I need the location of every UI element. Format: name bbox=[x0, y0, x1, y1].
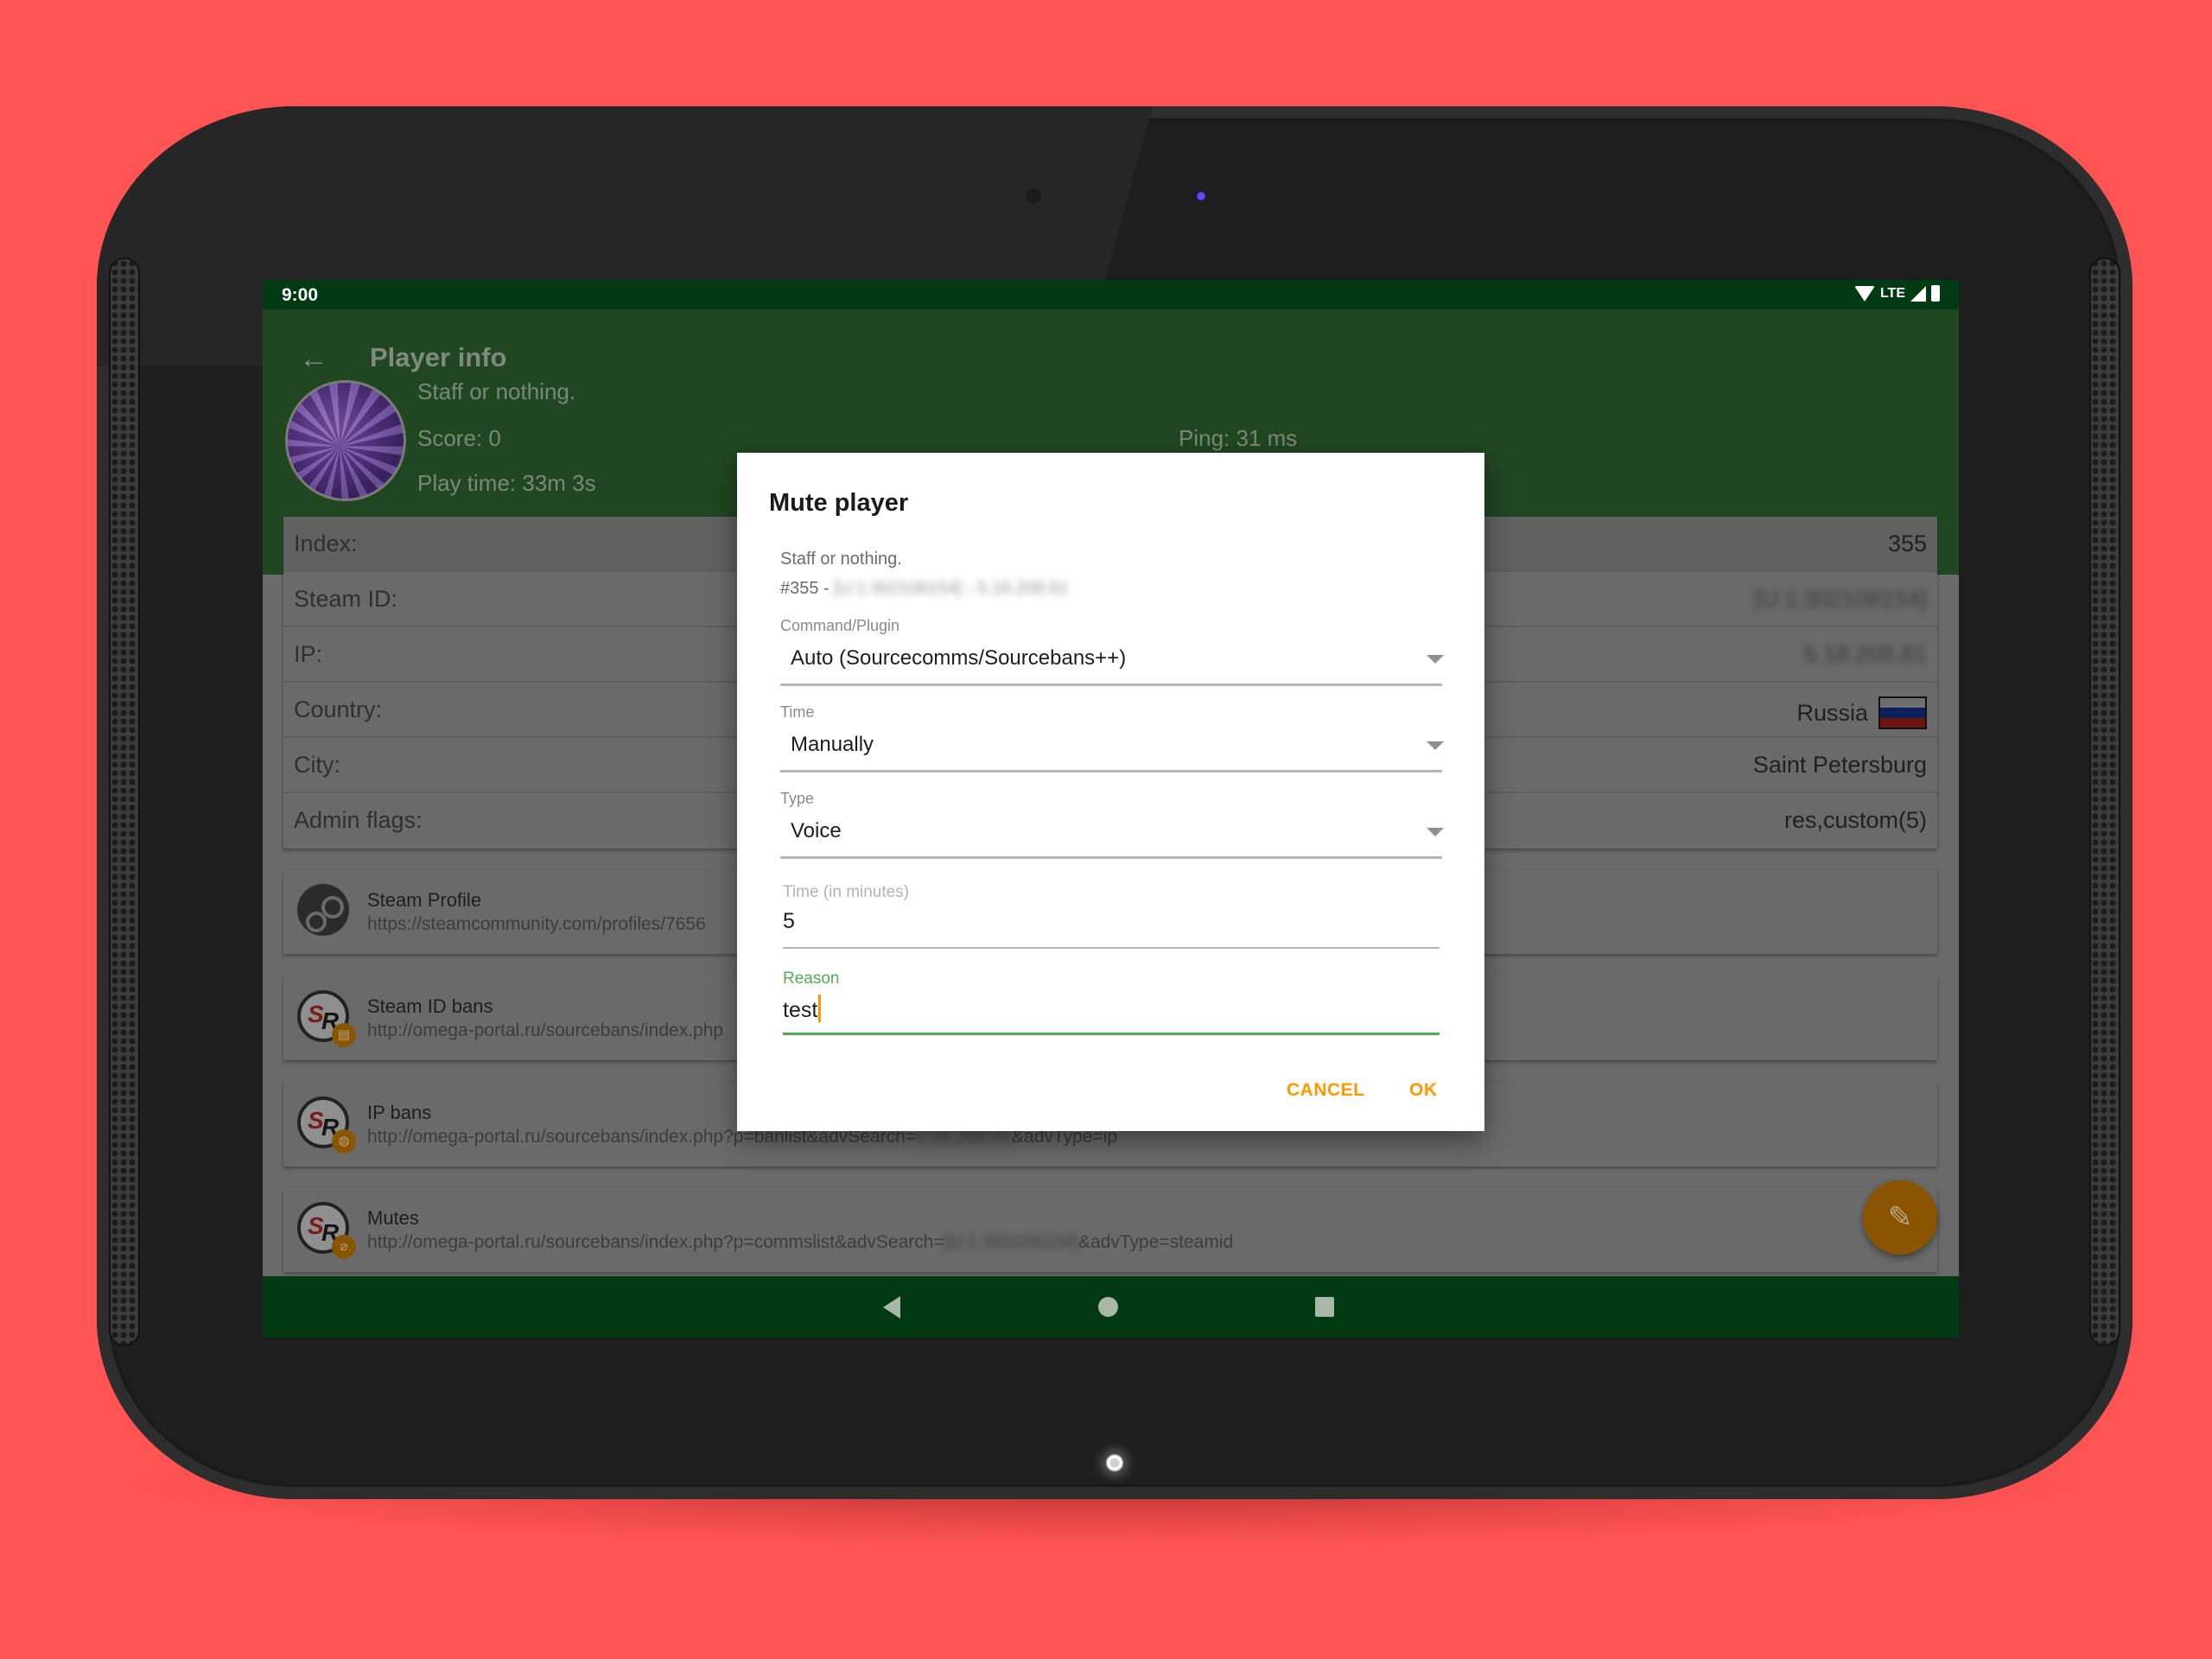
type-underline bbox=[780, 856, 1442, 859]
link-title: Mutes bbox=[367, 1207, 419, 1229]
link-url-hidden: [U:1:302106154] bbox=[944, 1232, 1079, 1252]
time-value: Manually bbox=[791, 733, 874, 756]
command-plugin-underline bbox=[780, 683, 1442, 686]
admin-flags-value: res,custom(5) bbox=[1783, 807, 1927, 833]
link-url-text: http://omega-portal.ru/sourcebans/index.… bbox=[367, 1020, 724, 1040]
globe-icon: ◍ bbox=[332, 1129, 356, 1154]
left-speaker-grille bbox=[109, 257, 140, 1346]
link-url-text: http://omega-portal.ru/sourcebans/index.… bbox=[367, 1232, 944, 1252]
info-label: Country: bbox=[294, 696, 383, 722]
nav-home-icon[interactable] bbox=[1098, 1297, 1118, 1317]
player-ping: Ping: 31 ms bbox=[1179, 425, 1298, 451]
type-select[interactable]: Voice bbox=[780, 812, 1444, 855]
right-speaker-grille bbox=[2089, 257, 2120, 1346]
id-card-icon: ▤ bbox=[332, 1023, 356, 1047]
dialog-title: Mute player bbox=[769, 489, 909, 517]
arrow-back-icon[interactable]: ← bbox=[299, 342, 328, 376]
proximity-sensor bbox=[1026, 188, 1041, 204]
command-plugin-value: Auto (Sourcecomms/Sourcebans++) bbox=[791, 646, 1127, 670]
ok-button[interactable]: OK bbox=[1409, 1080, 1438, 1101]
link-title: IP bans bbox=[367, 1102, 432, 1123]
nav-back-icon[interactable] bbox=[883, 1296, 900, 1319]
wifi-icon bbox=[1853, 285, 1875, 302]
city-value: Saint Petersburg bbox=[1752, 752, 1927, 778]
mic-off-icon: ⌀ bbox=[332, 1235, 356, 1259]
link-url: https://steamcommunity.com/profiles/7656 bbox=[367, 914, 706, 935]
ip-value: 5.18.208.81 bbox=[1803, 641, 1927, 667]
info-label: Admin flags: bbox=[294, 807, 423, 833]
minutes-input[interactable]: 5 bbox=[783, 909, 795, 934]
type-label: Type bbox=[780, 790, 815, 807]
edit-player-fab[interactable]: ✎ bbox=[1863, 1180, 1937, 1255]
dropdown-arrow-icon bbox=[1427, 655, 1444, 664]
dropdown-arrow-icon bbox=[1427, 741, 1444, 750]
info-value: [U:1:302106154] bbox=[1754, 586, 1927, 613]
person-edit-icon: ✎ bbox=[1887, 1201, 1913, 1234]
info-value: res,custom(5) bbox=[1784, 807, 1927, 834]
minutes-label: Time (in minutes) bbox=[783, 883, 910, 901]
steam-icon bbox=[297, 884, 349, 936]
link-url: http://omega-portal.ru/sourcebans/index.… bbox=[367, 1232, 1233, 1253]
link-url-text: https://steamcommunity.com/profiles/7656 bbox=[367, 914, 706, 934]
player-index: #355 - bbox=[780, 579, 835, 598]
dropdown-arrow-icon bbox=[1427, 828, 1444, 836]
info-label: Steam ID: bbox=[294, 586, 398, 612]
type-value: Voice bbox=[791, 819, 842, 842]
player-name: Staff or nothing. bbox=[417, 378, 576, 404]
info-value: 355 bbox=[1888, 531, 1927, 557]
reason-value: test bbox=[783, 998, 818, 1022]
status-icons: LTE bbox=[1853, 285, 1940, 302]
reason-label: Reason bbox=[783, 969, 840, 988]
link-title: Steam Profile bbox=[367, 889, 482, 911]
battery-icon bbox=[1931, 285, 1940, 302]
player-id-hidden: [U:1:302106154] - 5.18.208.81 bbox=[834, 579, 1069, 598]
page-title: Player info bbox=[370, 342, 507, 372]
time-select[interactable]: Manually bbox=[780, 726, 1444, 769]
player-avatar bbox=[285, 380, 406, 501]
dialog-player-id: #355 - [U:1:302106154] - 5.18.208.81 bbox=[780, 579, 1069, 599]
russia-flag-icon bbox=[1878, 696, 1927, 729]
lte-signal-icon bbox=[1910, 285, 1926, 302]
command-plugin-label: Command/Plugin bbox=[780, 617, 900, 634]
info-label: IP: bbox=[294, 641, 323, 667]
info-label: Index: bbox=[294, 531, 358, 556]
time-underline bbox=[780, 770, 1442, 772]
status-time: 9:00 bbox=[282, 285, 319, 305]
reason-underline bbox=[783, 1033, 1440, 1035]
link-mutes[interactable]: SR ⌀ Mutes http://omega-portal.ru/source… bbox=[283, 1188, 1937, 1272]
country-value: Russia bbox=[1796, 699, 1868, 726]
dialog-player-name: Staff or nothing. bbox=[780, 550, 902, 569]
player-score: Score: 0 bbox=[417, 425, 501, 451]
info-label: City: bbox=[294, 752, 340, 778]
lte-label: LTE bbox=[1879, 285, 1905, 301]
player-play-time: Play time: 33m 3s bbox=[417, 470, 596, 496]
link-url-suffix: &advType=steamid bbox=[1078, 1232, 1234, 1252]
command-plugin-select[interactable]: Auto (Sourcecomms/Sourcebans++) bbox=[780, 639, 1444, 683]
info-value: 5.18.208.81 bbox=[1803, 641, 1927, 668]
link-title: Steam ID bans bbox=[367, 995, 493, 1017]
info-value: Saint Petersburg bbox=[1753, 752, 1927, 779]
front-camera bbox=[1194, 189, 1208, 203]
index-value: 355 bbox=[1887, 531, 1927, 556]
mute-player-dialog: Mute player Staff or nothing. #355 - [U:… bbox=[737, 453, 1484, 1131]
minutes-underline bbox=[783, 947, 1440, 949]
cancel-button[interactable]: CANCEL bbox=[1287, 1080, 1365, 1101]
link-url: http://omega-portal.ru/sourcebans/index.… bbox=[367, 1020, 723, 1041]
steam-id-value: [U:1:302106154] bbox=[1754, 586, 1927, 612]
navigation-bar bbox=[263, 1276, 1959, 1338]
status-bar: 9:00 LTE bbox=[263, 280, 1959, 309]
text-cursor bbox=[818, 995, 822, 1022]
info-value: Russia bbox=[1796, 696, 1927, 729]
nav-recents-icon[interactable] bbox=[1315, 1297, 1334, 1317]
reason-input[interactable]: test bbox=[783, 995, 822, 1023]
notification-led bbox=[1106, 1454, 1123, 1471]
time-label: Time bbox=[780, 703, 815, 721]
